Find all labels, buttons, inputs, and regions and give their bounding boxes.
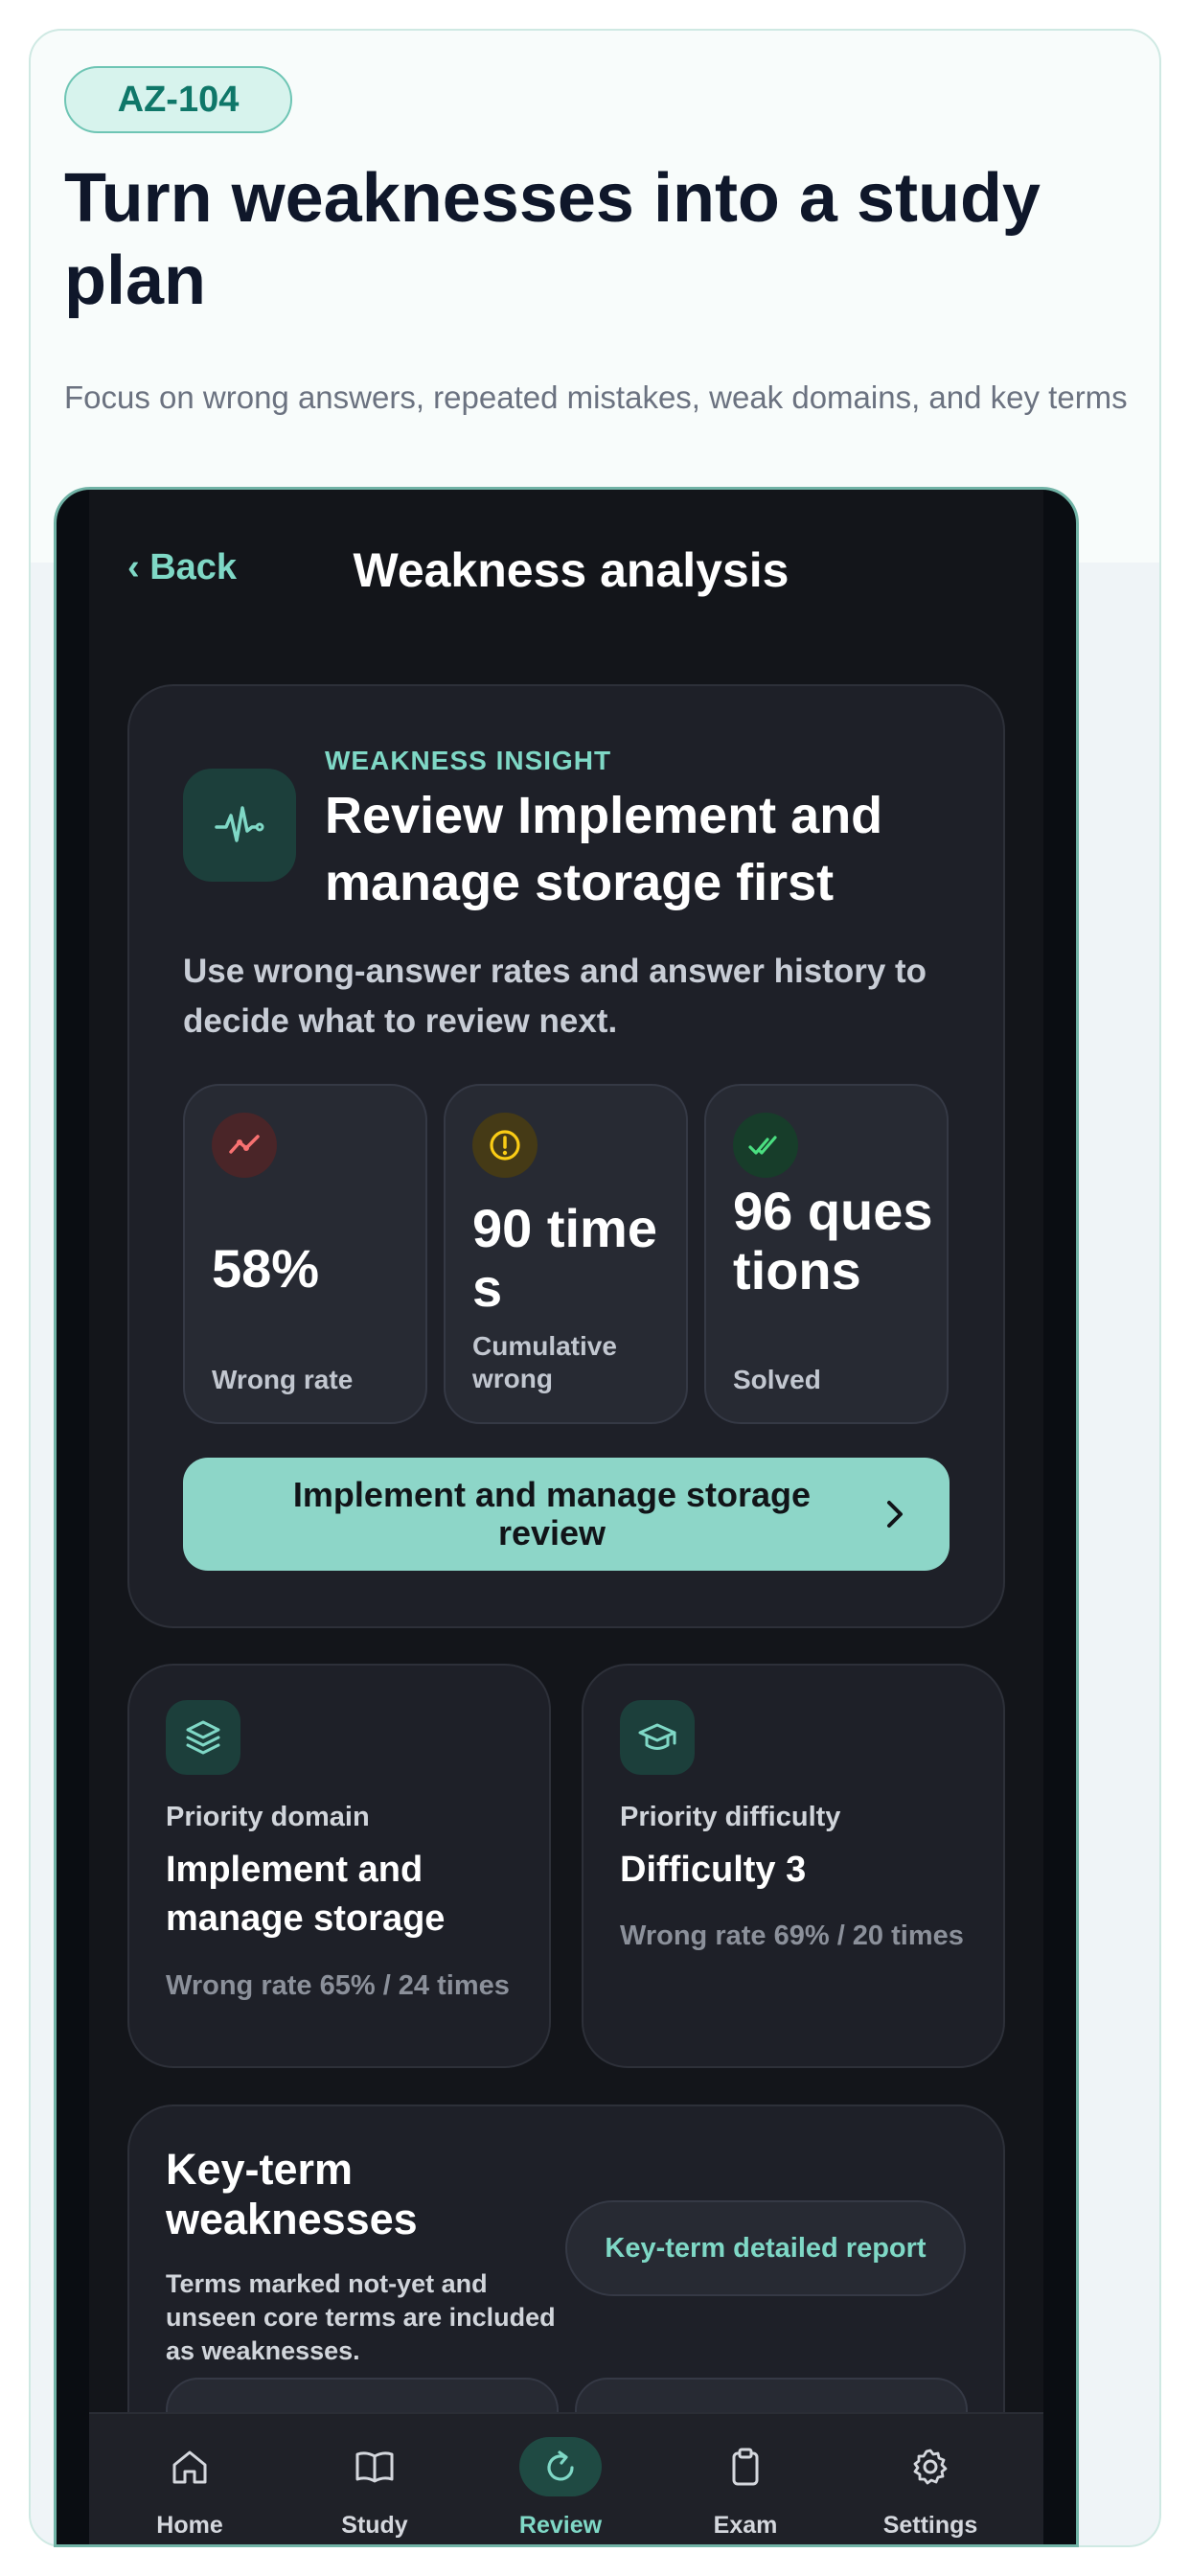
key-term-title: Key-term weaknesses — [166, 2145, 418, 2243]
phone-frame: ‹ Back Weakness analysis WEAKNESS INSIGH… — [54, 487, 1079, 2547]
tab-label: Study — [341, 2512, 408, 2539]
priority-domain-sub: Wrong rate 65% / 24 times — [166, 1970, 510, 2001]
home-icon — [149, 2437, 231, 2496]
tab-home[interactable]: Home — [99, 2414, 281, 2544]
stat-wrong-rate: 58% Wrong rate — [183, 1084, 427, 1424]
insight-title: Review Implement and manage storage firs… — [325, 787, 883, 911]
exam-tag: AZ-104 — [64, 66, 292, 133]
stat-value: 96 questions — [733, 1181, 933, 1300]
page-headline: Turn weaknesses into a study plan — [64, 160, 1041, 319]
screen-title: Weakness analysis — [353, 543, 790, 597]
priority-difficulty-label: Priority difficulty — [620, 1802, 841, 1832]
stat-label: Cumulative wrong — [472, 1331, 617, 1393]
graduation-cap-icon — [620, 1700, 695, 1775]
tab-label: Review — [518, 2512, 603, 2539]
stat-cumulative-wrong: 90 times Cumulative wrong — [444, 1084, 688, 1424]
trend-icon — [212, 1113, 277, 1178]
priority-difficulty-sub: Wrong rate 69% / 20 times — [620, 1920, 964, 1951]
tab-settings[interactable]: Settings — [839, 2414, 1021, 2544]
key-term-report-button[interactable]: Key-term detailed report — [565, 2200, 966, 2296]
priority-domain-card[interactable]: Priority domain Implement and manage sto… — [127, 1664, 551, 2068]
priority-difficulty-card[interactable]: Priority difficulty Difficulty 3 Wrong r… — [582, 1664, 1005, 2068]
pulse-icon — [183, 769, 296, 882]
weakness-insight-card: WEAKNESS INSIGHT Review Implement and ma… — [127, 684, 1005, 1628]
tab-label: Settings — [882, 2512, 978, 2539]
stat-label: Solved — [733, 1365, 821, 1394]
check-double-icon — [733, 1113, 798, 1178]
tab-label: Exam — [713, 2512, 778, 2539]
review-domain-button-label: Implement and manage storage review — [292, 1475, 812, 1552]
chevron-right-icon — [887, 1501, 903, 1528]
tab-review[interactable]: Review — [469, 2414, 652, 2544]
priority-domain-title: Implement and manage storage — [166, 1850, 446, 1939]
tab-label: Home — [156, 2512, 223, 2539]
refresh-icon — [519, 2437, 602, 2496]
page-subtext: Focus on wrong answers, repeated mistake… — [64, 380, 1128, 415]
gear-icon — [889, 2437, 972, 2496]
tab-study[interactable]: Study — [284, 2414, 466, 2544]
stat-label: Wrong rate — [212, 1365, 354, 1394]
priority-difficulty-title: Difficulty 3 — [620, 1850, 807, 1890]
stat-solved: 96 questions Solved — [704, 1084, 949, 1424]
key-term-description: Terms marked not-yet and unseen core ter… — [166, 2269, 556, 2365]
stat-value: 90 times — [472, 1198, 657, 1318]
alert-icon — [472, 1113, 538, 1178]
app-screen: ‹ Back Weakness analysis WEAKNESS INSIGH… — [89, 490, 1043, 2544]
bottom-tab-bar: Home Study Review Exam Settings — [89, 2412, 1043, 2544]
stat-value: 58% — [212, 1238, 320, 1299]
priority-domain-label: Priority domain — [166, 1802, 370, 1832]
tab-exam[interactable]: Exam — [654, 2414, 836, 2544]
clipboard-icon — [704, 2437, 787, 2496]
layers-icon — [166, 1700, 240, 1775]
insight-eyebrow: WEAKNESS INSIGHT — [325, 746, 612, 775]
insight-description: Use wrong-answer rates and answer histor… — [183, 953, 927, 1040]
book-icon — [333, 2437, 416, 2496]
review-domain-button[interactable]: Implement and manage storage review — [183, 1458, 950, 1571]
